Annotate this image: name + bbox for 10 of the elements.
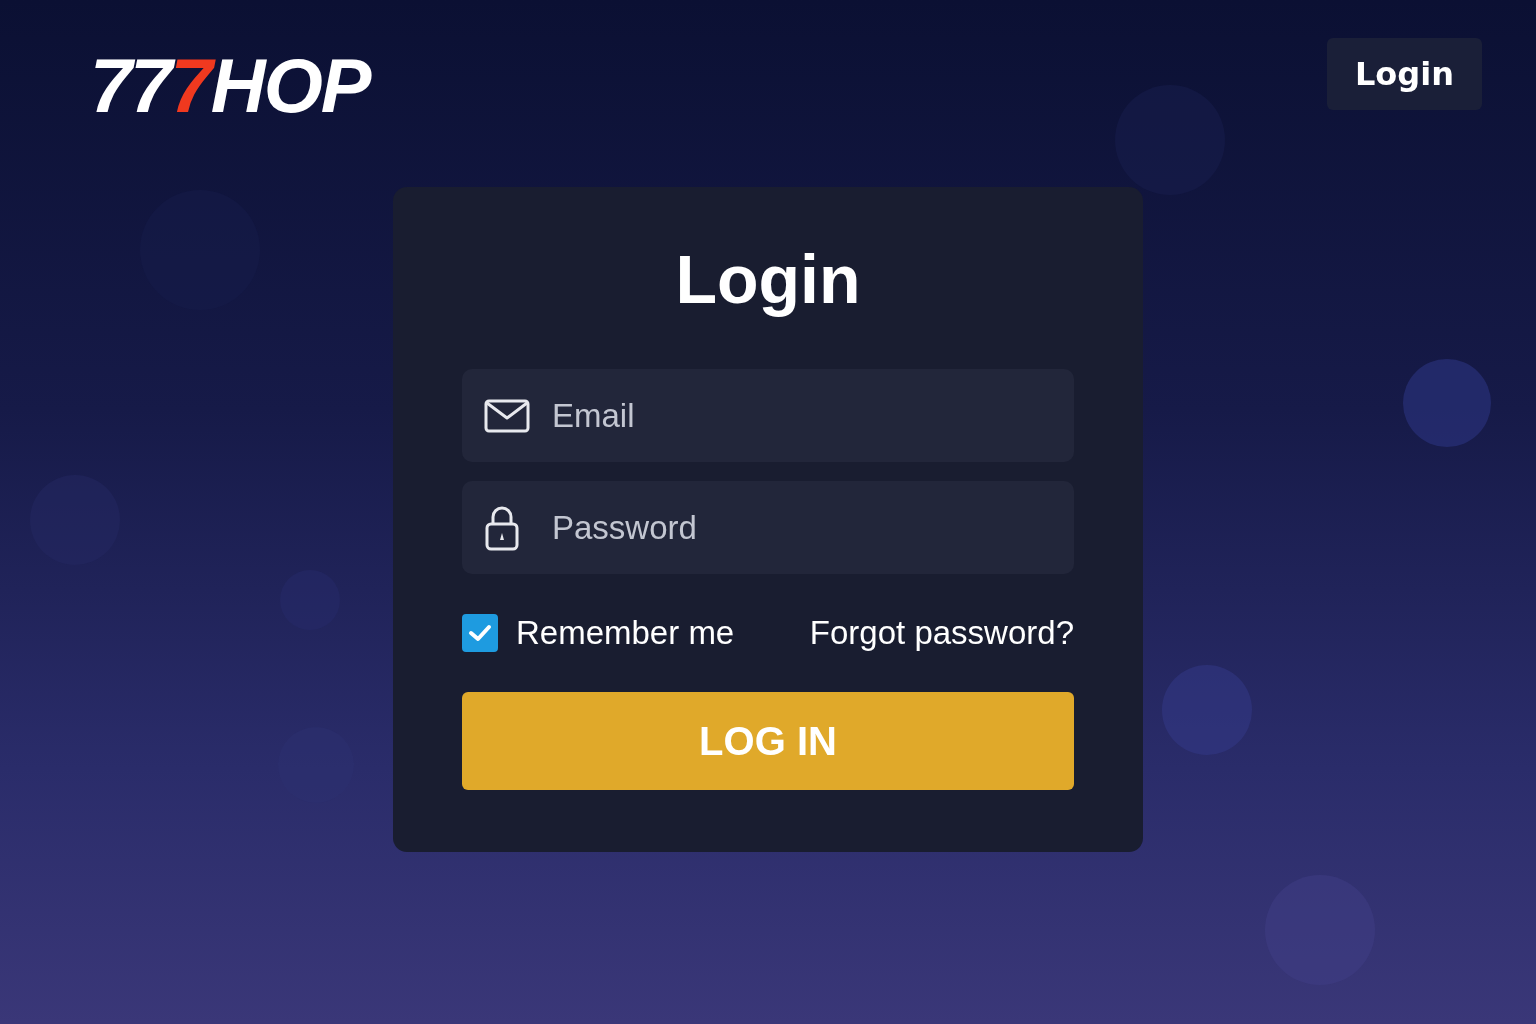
email-field[interactable]: Email <box>462 369 1074 462</box>
checkmark-icon <box>468 622 492 643</box>
envelope-icon <box>484 398 530 433</box>
lock-icon <box>484 504 520 551</box>
password-field[interactable]: Password <box>462 481 1074 574</box>
remember-checkbox[interactable] <box>462 613 498 652</box>
remember-label: Remember me <box>516 613 735 653</box>
login-button[interactable]: Login <box>1326 38 1482 110</box>
forgot-password-link[interactable]: Forgot password? <box>809 608 1074 658</box>
logo: 777HOP <box>90 48 370 124</box>
